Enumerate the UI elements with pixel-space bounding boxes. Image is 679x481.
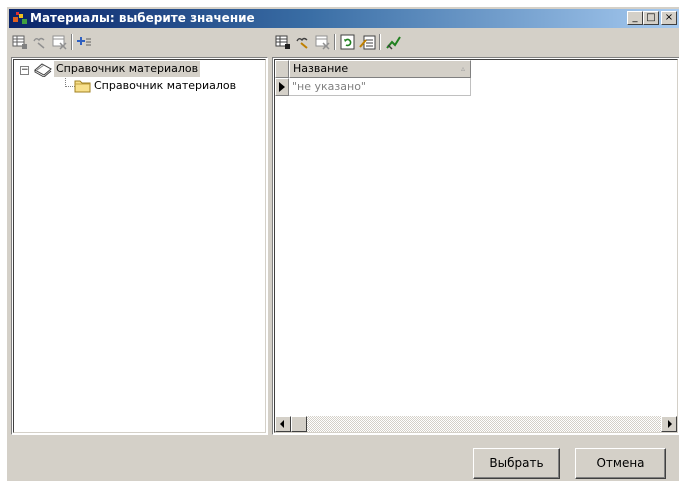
list-panel[interactable]: Название ▵ "не указано"	[272, 57, 679, 435]
tree-root-label: Справочник материалов	[56, 62, 199, 75]
properties-icon[interactable]	[359, 33, 377, 51]
refresh-icon[interactable]	[339, 33, 357, 51]
arrow-left-icon	[280, 420, 284, 428]
grid-toolbar	[272, 31, 472, 53]
current-row-indicator	[275, 78, 289, 96]
add-group-icon[interactable]	[75, 33, 93, 51]
tree-child-item[interactable]: Справочник материалов	[94, 78, 236, 94]
select-button[interactable]: Выбрать	[473, 448, 560, 479]
tree-toolbar	[9, 31, 267, 53]
folder-icon	[74, 80, 91, 93]
table-row[interactable]: "не указано"	[289, 78, 471, 96]
maximize-button[interactable]: □	[643, 11, 659, 25]
delete-icon[interactable]	[314, 33, 332, 51]
sort-icon: ▵	[460, 64, 465, 73]
tree-root-item[interactable]: Справочник материалов	[54, 61, 201, 77]
horizontal-scrollbar[interactable]	[275, 416, 677, 432]
collapse-icon[interactable]: −	[20, 66, 29, 75]
select-icon[interactable]	[384, 33, 402, 51]
window-title: Материалы: выберите значение	[30, 11, 255, 25]
scroll-left-button[interactable]	[275, 416, 291, 432]
minimize-button[interactable]: _	[627, 11, 643, 25]
tree-panel[interactable]: − Справочник материалов Справочник матер…	[11, 57, 268, 435]
title-bar[interactable]: Материалы: выберите значение _ □ ×	[9, 9, 679, 28]
tree-child-label: Справочник материалов	[94, 79, 237, 92]
add-icon[interactable]	[11, 33, 29, 51]
table-cell: "не указано"	[292, 80, 366, 93]
column-header-label: Название	[293, 62, 349, 75]
column-header-name[interactable]: Название ▵	[289, 60, 471, 78]
edit-icon[interactable]	[294, 33, 312, 51]
cancel-button[interactable]: Отмена	[575, 448, 666, 479]
dialog-window: Материалы: выберите значение _ □ × − Спр…	[6, 6, 679, 481]
scroll-right-button[interactable]	[661, 416, 677, 432]
app-icon	[13, 12, 27, 24]
arrow-right-icon	[668, 420, 672, 428]
header-corner	[275, 60, 289, 78]
scroll-thumb[interactable]	[291, 416, 307, 432]
delete-icon[interactable]	[51, 33, 69, 51]
toolbar-separator	[71, 34, 73, 50]
edit-icon[interactable]	[31, 33, 49, 51]
close-button[interactable]: ×	[661, 11, 677, 25]
reference-book-icon	[34, 63, 52, 77]
toolbar-separator	[334, 34, 336, 50]
row-pointer-icon	[279, 82, 285, 92]
add-icon[interactable]	[274, 33, 292, 51]
toolbar-separator	[379, 34, 381, 50]
